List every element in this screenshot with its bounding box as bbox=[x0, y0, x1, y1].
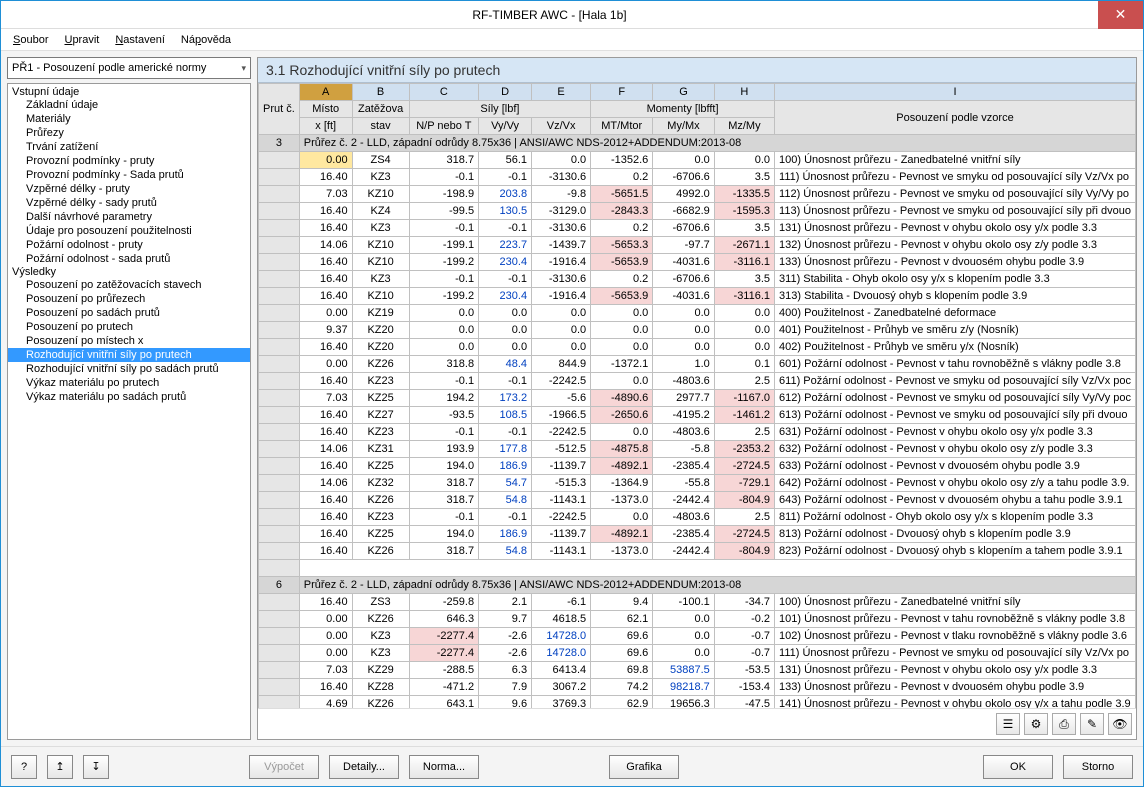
tree-item[interactable]: Vzpěrné délky - sady prutů bbox=[8, 196, 250, 210]
tool-edit-icon[interactable]: ✎ bbox=[1080, 713, 1104, 735]
footer: ? ↥ ↧ Výpočet Detaily... Norma... Grafik… bbox=[1, 746, 1143, 786]
case-combo[interactable]: PŘ1 - Posouzení podle americké normy ▾ bbox=[7, 57, 251, 79]
result-grid[interactable]: Prut č.ABCDEFGHIMístoZatěžovaSíly [lbf]M… bbox=[258, 83, 1136, 708]
tree-item[interactable]: Posouzení po místech x bbox=[8, 334, 250, 348]
grid-toolbar: ☰ ⚙ ⎙ ✎ 👁 bbox=[258, 708, 1136, 739]
tree-item[interactable]: Požární odolnost - pruty bbox=[8, 238, 250, 252]
tree-item[interactable]: Posouzení po sadách prutů bbox=[8, 306, 250, 320]
tool-sort-icon[interactable]: ☰ bbox=[996, 713, 1020, 735]
menubar: Soubor Upravit Nastavení Nápověda bbox=[1, 29, 1143, 51]
tree-item[interactable]: Rozhodující vnitřní síly po sadách prutů bbox=[8, 362, 250, 376]
grafika-button[interactable]: Grafika bbox=[609, 755, 679, 779]
window-title: RF-TIMBER AWC - [Hala 1b] bbox=[1, 8, 1098, 22]
tree-item[interactable]: Výkaz materiálu po prutech bbox=[8, 376, 250, 390]
tree-group: Vstupní údaje bbox=[8, 86, 250, 98]
storno-button[interactable]: Storno bbox=[1063, 755, 1133, 779]
export-down-button[interactable]: ↧ bbox=[83, 755, 109, 779]
export-up-button[interactable]: ↥ bbox=[47, 755, 73, 779]
tree-item[interactable]: Průřezy bbox=[8, 126, 250, 140]
menu-upravit[interactable]: Upravit bbox=[58, 32, 105, 48]
nav-tree[interactable]: Vstupní údajeZákladní údajeMateriályPrůř… bbox=[7, 83, 251, 740]
app-window: RF-TIMBER AWC - [Hala 1b] ✕ Soubor Uprav… bbox=[0, 0, 1144, 787]
help-button[interactable]: ? bbox=[11, 755, 37, 779]
chevron-down-icon: ▾ bbox=[241, 63, 246, 74]
tree-item[interactable]: Rozhodující vnitřní síly po prutech bbox=[8, 348, 250, 362]
tree-item[interactable]: Trvání zatížení bbox=[8, 140, 250, 154]
tree-item[interactable]: Posouzení po průřezech bbox=[8, 292, 250, 306]
tree-item[interactable]: Provozní podmínky - pruty bbox=[8, 154, 250, 168]
tree-item[interactable]: Materiály bbox=[8, 112, 250, 126]
tool-settings-icon[interactable]: ⚙ bbox=[1024, 713, 1048, 735]
tree-item[interactable]: Údaje pro posouzení použitelnosti bbox=[8, 224, 250, 238]
tree-item[interactable]: Základní údaje bbox=[8, 98, 250, 112]
tree-item[interactable]: Provozní podmínky - Sada prutů bbox=[8, 168, 250, 182]
tool-view-icon[interactable]: 👁 bbox=[1108, 713, 1132, 735]
titlebar: RF-TIMBER AWC - [Hala 1b] ✕ bbox=[1, 1, 1143, 29]
vypocet-button[interactable]: Výpočet bbox=[249, 755, 319, 779]
body-area: PŘ1 - Posouzení podle americké normy ▾ V… bbox=[1, 51, 1143, 746]
left-panel: PŘ1 - Posouzení podle americké normy ▾ V… bbox=[7, 57, 251, 740]
tree-item[interactable]: Další návrhové parametry bbox=[8, 210, 250, 224]
detaily-button[interactable]: Detaily... bbox=[329, 755, 399, 779]
menu-nastaveni[interactable]: Nastavení bbox=[109, 32, 171, 48]
norma-button[interactable]: Norma... bbox=[409, 755, 479, 779]
menu-soubor[interactable]: Soubor bbox=[7, 32, 54, 48]
case-combo-value: PŘ1 - Posouzení podle americké normy bbox=[12, 62, 206, 74]
menu-napoveda[interactable]: Nápověda bbox=[175, 32, 237, 48]
tree-item[interactable]: Požární odolnost - sada prutů bbox=[8, 252, 250, 266]
close-button[interactable]: ✕ bbox=[1098, 1, 1143, 29]
tree-item[interactable]: Vzpěrné délky - pruty bbox=[8, 182, 250, 196]
tree-item[interactable]: Posouzení po prutech bbox=[8, 320, 250, 334]
tree-item[interactable]: Výkaz materiálu po sadách prutů bbox=[8, 390, 250, 404]
panel-title: 3.1 Rozhodující vnitřní síly po prutech bbox=[258, 58, 1136, 83]
ok-button[interactable]: OK bbox=[983, 755, 1053, 779]
tool-print-icon[interactable]: ⎙ bbox=[1052, 713, 1076, 735]
right-panel: 3.1 Rozhodující vnitřní síly po prutech … bbox=[257, 57, 1137, 740]
tree-group: Výsledky bbox=[8, 266, 250, 278]
tree-item[interactable]: Posouzení po zatěžovacích stavech bbox=[8, 278, 250, 292]
